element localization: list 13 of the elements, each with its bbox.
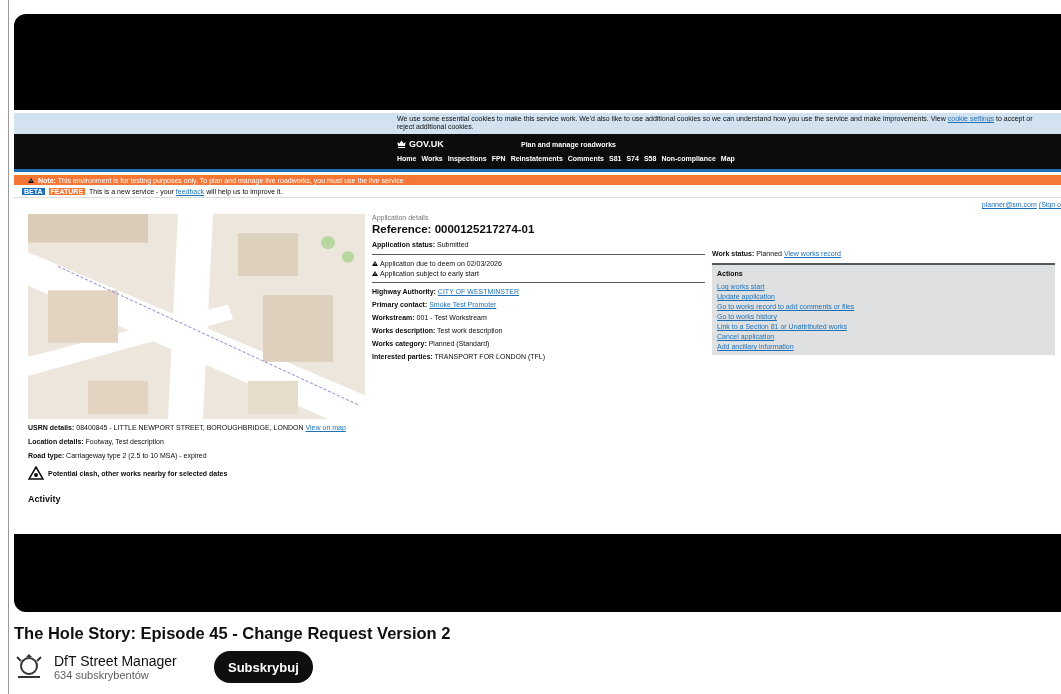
channel-name[interactable]: DfT Street Manager xyxy=(54,653,204,669)
govuk-logo[interactable]: GOV.UK xyxy=(409,139,444,149)
warning-icon xyxy=(372,271,378,276)
warning-icon xyxy=(372,261,378,266)
subscriber-count: 634 subskrybentów xyxy=(54,669,150,681)
video-player[interactable] xyxy=(14,14,1061,612)
video-title: The Hole Story: Episode 45 - Change Request Version 2 xyxy=(14,624,452,643)
clash-warning-icon xyxy=(28,466,44,480)
activity-heading: Activity xyxy=(28,494,62,504)
crown-icon xyxy=(397,140,406,148)
reference-heading: Reference: 0000125217274-01 xyxy=(372,223,536,235)
warning-icon xyxy=(28,177,34,183)
subscribe-button[interactable]: Subskrybuj xyxy=(214,651,313,683)
